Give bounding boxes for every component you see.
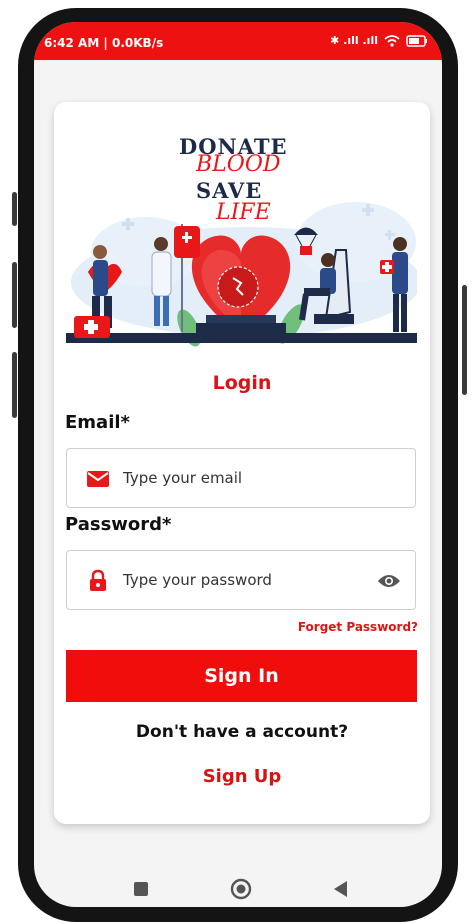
- status-bar: 6:42 AM | 0.0KB/s ✱ .ıll .ıll: [34, 22, 442, 60]
- mail-icon: [87, 471, 109, 487]
- no-account-text: Don't have a account?: [135, 722, 349, 742]
- password-field[interactable]: Type your password: [66, 550, 416, 610]
- forget-password-link[interactable]: Forget Password?: [298, 620, 418, 634]
- eye-icon[interactable]: [377, 573, 401, 589]
- status-time: 6:42 AM | 0.0KB/s: [44, 36, 164, 50]
- login-card: DONATE BLOOD SAVE LIFE Login Email* Type…: [54, 102, 430, 824]
- signal-indicators: ✱ .ıll .ıll: [330, 34, 378, 47]
- side-button-left: [12, 262, 17, 328]
- sign-up-link[interactable]: Sign Up: [54, 766, 430, 787]
- phone-screen: 6:42 AM | 0.0KB/s ✱ .ıll .ıll DONATE BLO…: [34, 22, 442, 907]
- sign-in-button[interactable]: Sign In: [66, 650, 417, 702]
- password-label: Password*: [65, 514, 172, 535]
- status-indicators: ✱ .ıll .ıll: [330, 34, 428, 47]
- password-placeholder: Type your password: [123, 571, 272, 589]
- email-label: Email*: [65, 412, 130, 433]
- side-button-left: [12, 192, 17, 226]
- donation-illustration: [66, 202, 417, 347]
- side-button-right: [462, 285, 467, 395]
- navigation-bar: [34, 870, 442, 906]
- battery-icon: [406, 34, 427, 47]
- circle-nav-icon[interactable]: [230, 878, 252, 900]
- wifi-icon: [384, 34, 400, 47]
- back-nav-icon[interactable]: [334, 881, 348, 897]
- square-nav-icon[interactable]: [134, 882, 148, 896]
- email-placeholder: Type your email: [123, 469, 243, 487]
- email-field[interactable]: Type your email: [66, 448, 416, 508]
- side-button-left: [12, 352, 17, 418]
- login-title: Login: [212, 372, 272, 394]
- donate-blood-banner: DONATE BLOOD SAVE LIFE: [66, 132, 417, 347]
- lock-icon: [90, 569, 106, 591]
